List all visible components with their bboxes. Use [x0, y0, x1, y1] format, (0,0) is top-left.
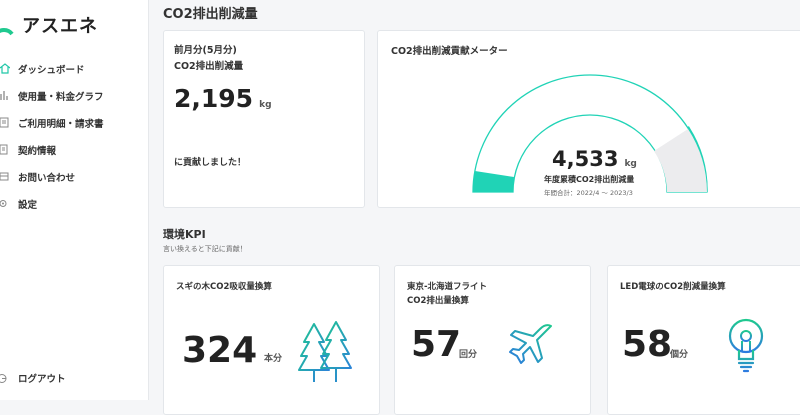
receipt-icon	[0, 117, 16, 128]
meter-caption: 年度累積CO2排出削減量	[544, 175, 635, 184]
kpi-unit: 本分	[264, 354, 283, 364]
page-title: CO2排出削減量	[163, 7, 258, 22]
logout-label: ログアウト	[18, 374, 66, 385]
kpi-value: 324	[182, 330, 258, 371]
kpi-card-flight: 東京-北海道フライト CO2排出量換算 57 回分	[394, 265, 591, 415]
kpi-label: スギの木CO2吸収量換算	[176, 282, 272, 292]
sidebar: アスエネ ダッシュボード 使用量・料金グラフ ご利用明細・請求書 契約情報 お問…	[0, 0, 149, 400]
sidebar-item-settings[interactable]: 設定	[0, 190, 148, 217]
kpi-unit: 回分	[459, 350, 478, 360]
sidebar-item-label: お問い合わせ	[18, 172, 76, 184]
settings-icon	[0, 198, 16, 209]
meter-value-number: 4,533	[552, 147, 619, 171]
sidebar-item-label: 契約情報	[18, 145, 57, 157]
contract-icon	[0, 144, 16, 155]
kpi-label-line2: CO2排出量換算	[407, 296, 469, 306]
kpi-value: 57	[411, 324, 462, 365]
sidebar-item-dashboard[interactable]: ダッシュボード	[0, 55, 148, 82]
main-content: CO2排出削減量 前月分(5月分) CO2排出削減量 2,195 kg に貢献しま…	[149, 0, 800, 415]
monthly-note: に貢献しました！	[174, 158, 247, 168]
reduction-meter-card: CO2排出削減貢献メーター 4,533 kg 年度累積CO2排出削減量 年間合計：…	[377, 30, 800, 208]
airplane-icon	[509, 324, 552, 364]
lightbulb-icon	[728, 318, 764, 373]
sidebar-item-label: ご利用明細・請求書	[18, 118, 104, 130]
kpi-label-line1: 東京-北海道フライト	[407, 282, 488, 292]
sidebar-item-billing[interactable]: ご利用明細・請求書	[0, 109, 148, 136]
home-icon	[0, 63, 16, 74]
kpi-value: 58	[622, 324, 673, 365]
meter-period: 年間合計：2022/4 ～ 2023/3	[544, 189, 633, 197]
kpi-card-cedar: スギの木CO2吸収量換算 324 本分	[163, 265, 380, 415]
kpi-title: 環境KPI	[163, 228, 206, 241]
monthly-unit: kg	[259, 100, 272, 110]
kpi-subtitle: 言い換えると下記に貢献！	[163, 245, 247, 253]
brand[interactable]: アスエネ	[0, 10, 98, 40]
sidebar-item-usage-graph[interactable]: 使用量・料金グラフ	[0, 82, 148, 109]
mail-icon	[0, 171, 16, 182]
meter-value: 4,533 kg	[552, 147, 637, 171]
monthly-label: CO2排出削減量	[174, 61, 244, 72]
monthly-value: 2,195	[174, 84, 254, 113]
monthly-reduction-card: 前月分(5月分) CO2排出削減量 2,195 kg に貢献しました！	[163, 30, 365, 208]
sidebar-item-contract[interactable]: 契約情報	[0, 136, 148, 163]
logo-icon	[0, 28, 14, 36]
chart-icon	[0, 90, 16, 101]
kpi-card-led: LED電球のCO2削減量換算 58 個分	[607, 265, 800, 415]
monthly-reduction-label: 前月分(5月分) CO2排出削減量	[174, 43, 243, 75]
kpi-unit: 個分	[670, 350, 689, 360]
kpi-label: LED電球のCO2削減量換算	[620, 282, 726, 292]
trees-icon	[298, 321, 352, 382]
logout-button[interactable]: ログアウト	[0, 368, 66, 388]
monthly-reduction-value: 2,195 kg	[174, 84, 272, 113]
meter-unit: kg	[624, 159, 637, 169]
app-name: アスエネ	[22, 16, 98, 37]
sidebar-item-contact[interactable]: お問い合わせ	[0, 163, 148, 190]
logout-icon	[0, 373, 16, 384]
kpi-label: 東京-北海道フライト CO2排出量換算	[407, 280, 487, 308]
monthly-period: 前月分(5月分)	[174, 45, 237, 56]
sidebar-item-label: 使用量・料金グラフ	[18, 91, 104, 103]
sidebar-nav: ダッシュボード 使用量・料金グラフ ご利用明細・請求書 契約情報 お問い合わせ	[0, 55, 148, 217]
sidebar-item-label: 設定	[18, 199, 38, 211]
sidebar-item-label: ダッシュボード	[18, 64, 85, 76]
